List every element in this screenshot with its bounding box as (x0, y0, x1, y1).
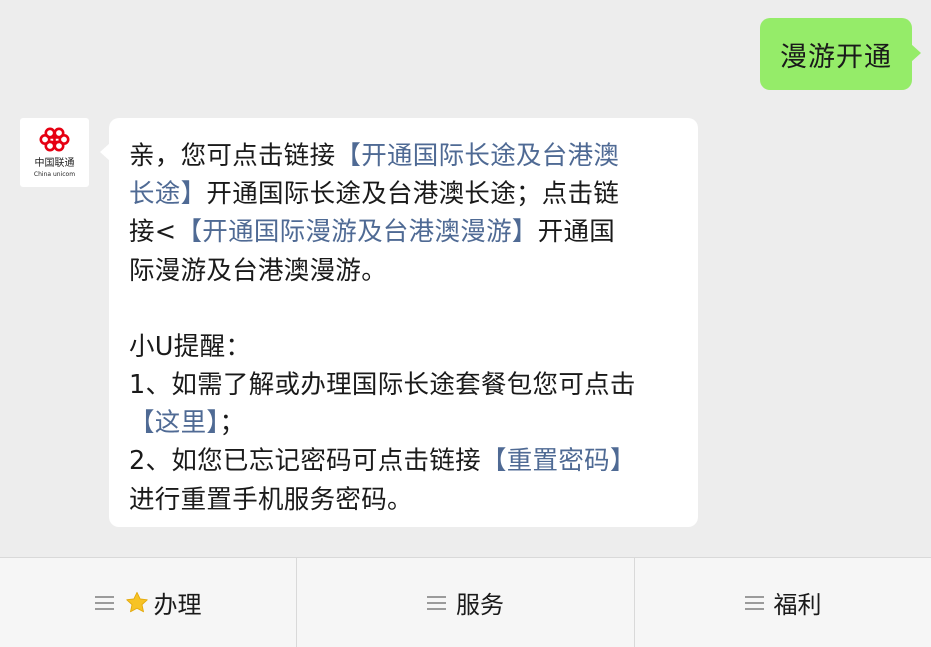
menu-lines-icon (94, 595, 114, 611)
link-here[interactable]: 【这里】 (129, 408, 219, 438)
bot-message-bubble: 亲，您可点击链接【开通国际长途及台港澳 长途】开通国际长途及台港澳长途；点击链 接… (100, 118, 698, 527)
chat-area: 漫游开通 中国联通 China unicom 亲，您可点击链接【开通国际长途及台… (0, 0, 931, 557)
message-text: 开通国际长途及台港澳长途；点击链 (206, 179, 620, 210)
menu-item-label: 福利 (773, 591, 822, 619)
menu-item-label: 办理 (153, 591, 202, 619)
menu-item-service[interactable]: 服务 (297, 558, 635, 647)
link-open-intl-roaming[interactable]: 【开通国际漫游及台港澳漫游】 (176, 217, 537, 247)
message-text: 亲，您可点击链接 (129, 141, 336, 171)
reminder-title: 小U提醒： (129, 331, 252, 362)
user-message-text: 漫游开通 (780, 41, 892, 73)
reminder-item-1: 1、如需了解或办理国际长途套餐包您可点击 (129, 370, 636, 401)
china-unicom-avatar[interactable]: 中国联通 China unicom (20, 118, 89, 187)
china-unicom-logo-icon: 中国联通 China unicom (34, 127, 75, 178)
menu-item-handle[interactable]: 办理 (0, 558, 297, 647)
message-text: 进行重置手机服务密码。 (129, 484, 413, 515)
message-text: ； (219, 408, 246, 439)
avatar-brand-cn: 中国联通 (35, 156, 75, 169)
menu-item-benefits[interactable]: 福利 (635, 558, 931, 647)
reminder-item-2: 2、如您已忘记密码可点击链接 (129, 446, 481, 477)
bottom-menu-bar: 办理 服务 福利 (0, 557, 931, 647)
avatar-brand-en: China unicom (34, 171, 75, 178)
menu-lines-icon (427, 595, 446, 611)
menu-lines-icon (744, 595, 764, 611)
menu-item-label: 服务 (456, 591, 504, 619)
star-icon (124, 590, 150, 616)
link-reset-password[interactable]: 【重置密码】 (481, 446, 636, 476)
user-message-bubble: 漫游开通 (760, 18, 921, 90)
message-text: 际漫游及台港澳漫游。 (129, 255, 388, 286)
message-text: 接< (129, 217, 177, 248)
message-text: 开通国 (537, 217, 616, 248)
